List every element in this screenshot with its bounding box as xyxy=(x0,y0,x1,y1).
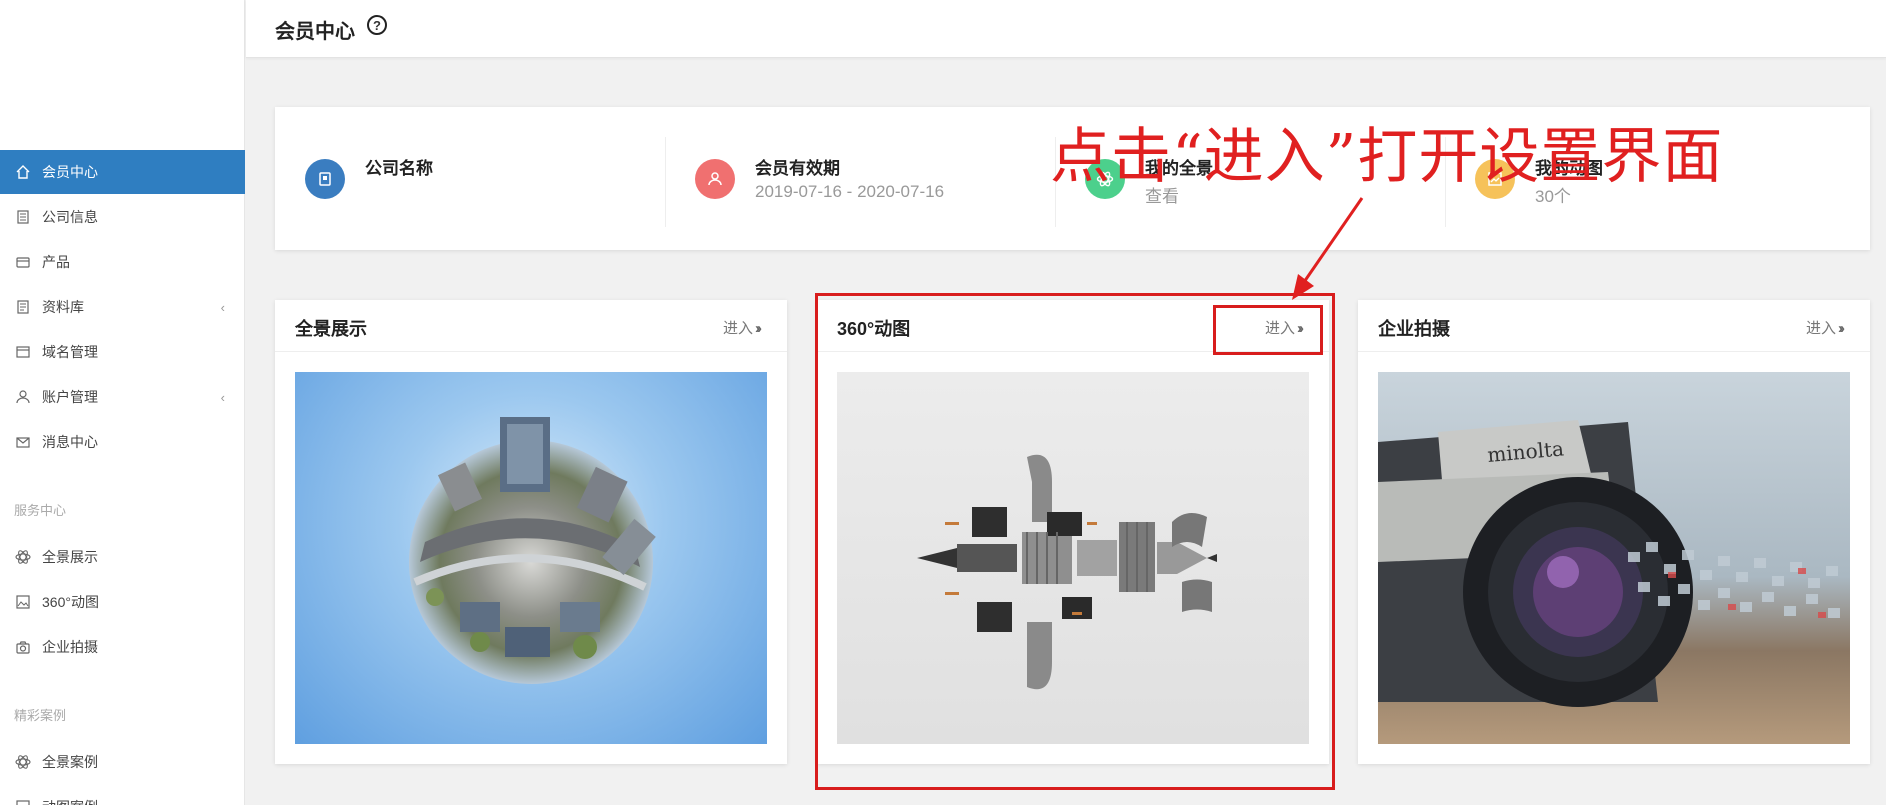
annotation-arrow-icon xyxy=(1292,197,1364,300)
chevron-left-icon: ‹ xyxy=(220,389,225,405)
window-icon xyxy=(14,343,32,361)
sidebar: 会员中心 公司信息 产品 资料库 ‹ 域名管理 账户管理 ‹ 消息中心 服务中心… xyxy=(0,0,245,805)
home-icon xyxy=(14,163,32,181)
sidebar-item-label: 360°动图 xyxy=(42,594,99,610)
camera-photo-image[interactable]: minolta xyxy=(1378,372,1850,744)
question-circle-icon[interactable]: ? xyxy=(367,15,387,35)
highlight-box-card xyxy=(815,293,1335,790)
card-icon xyxy=(14,253,32,271)
stat-company: 公司名称 xyxy=(275,107,665,250)
sidebar-item-label: 资料库 xyxy=(42,299,84,315)
sidebar-item-library[interactable]: 资料库 ‹ xyxy=(0,285,245,329)
enter-label: 进入 xyxy=(722,320,753,337)
card-title: 企业拍摄 xyxy=(1378,319,1450,339)
sidebar-item-photography[interactable]: 企业拍摄 xyxy=(0,625,245,669)
panorama-image[interactable] xyxy=(295,372,767,744)
sidebar-item-label: 产品 xyxy=(42,254,70,270)
sidebar-item-label: 域名管理 xyxy=(42,344,98,360)
sidebar-item-label: 动图案例 xyxy=(42,797,98,805)
sidebar-item-panorama-cases[interactable]: 全景案例 xyxy=(0,740,245,784)
picture-icon xyxy=(14,593,32,611)
top-header: 会员中心 ? xyxy=(246,0,1886,58)
sidebar-item-animation-cases[interactable]: 动图案例 xyxy=(0,785,245,805)
badge-icon xyxy=(305,159,345,199)
company-name-label: 公司名称 xyxy=(365,159,433,178)
sidebar-item-panorama[interactable]: 全景展示 xyxy=(0,535,245,579)
chevron-left-icon: ‹ xyxy=(220,299,225,315)
card-title: 全景展示 xyxy=(295,319,367,339)
sidebar-item-company-info[interactable]: 公司信息 xyxy=(0,195,245,239)
sidebar-item-label: 公司信息 xyxy=(42,209,98,225)
sidebar-item-label: 会员中心 xyxy=(42,164,98,180)
sidebar-item-label: 消息中心 xyxy=(42,434,98,450)
person-icon xyxy=(695,159,735,199)
membership-value: 2019-07-16 - 2020-07-16 xyxy=(755,182,945,201)
enter-link[interactable]: 进入 ›› xyxy=(722,317,762,338)
sidebar-item-member-center[interactable]: 会员中心 xyxy=(0,150,245,194)
atom-icon xyxy=(14,548,32,566)
sidebar-item-label: 全景展示 xyxy=(42,549,98,565)
atom-icon xyxy=(14,753,32,771)
page-title: 会员中心 xyxy=(275,21,355,43)
double-chevron-right-icon: ›› xyxy=(1838,320,1845,337)
sidebar-section-cases: 精彩案例 xyxy=(14,708,67,723)
sidebar-item-products[interactable]: 产品 xyxy=(0,240,245,284)
enter-link[interactable]: 进入 ›› xyxy=(1805,317,1845,338)
building-icon xyxy=(14,208,32,226)
highlight-box-enter xyxy=(1213,305,1323,355)
sidebar-item-account[interactable]: 账户管理 ‹ xyxy=(0,375,245,419)
double-chevron-right-icon: ›› xyxy=(755,320,762,337)
sidebar-item-domain[interactable]: 域名管理 xyxy=(0,330,245,374)
sidebar-item-label: 企业拍摄 xyxy=(42,639,98,655)
sidebar-section-service: 服务中心 xyxy=(14,503,67,518)
card-header: 企业拍摄 进入 ›› xyxy=(1358,300,1870,352)
camera-icon xyxy=(14,638,32,656)
card-panorama: 全景展示 进入 ›› xyxy=(275,300,787,764)
user-icon xyxy=(14,388,32,406)
picture-icon xyxy=(14,798,32,805)
sidebar-item-label: 账户管理 xyxy=(42,389,98,405)
mail-icon xyxy=(14,433,32,451)
sidebar-item-messages[interactable]: 消息中心 xyxy=(0,420,245,464)
enter-label: 进入 xyxy=(1805,320,1836,337)
document-icon xyxy=(14,298,32,316)
card-header: 全景展示 进入 ›› xyxy=(275,300,787,352)
sidebar-item-360[interactable]: 360°动图 xyxy=(0,580,245,624)
card-photography: 企业拍摄 进入 ›› minolta xyxy=(1358,300,1870,764)
membership-label: 会员有效期 xyxy=(755,159,840,178)
sidebar-item-label: 全景案例 xyxy=(42,754,98,770)
stat-membership: 会员有效期 2019-07-16 - 2020-07-16 xyxy=(665,107,1055,250)
annotation-text: 点击“进入”打开设置界面 xyxy=(1050,122,1724,192)
